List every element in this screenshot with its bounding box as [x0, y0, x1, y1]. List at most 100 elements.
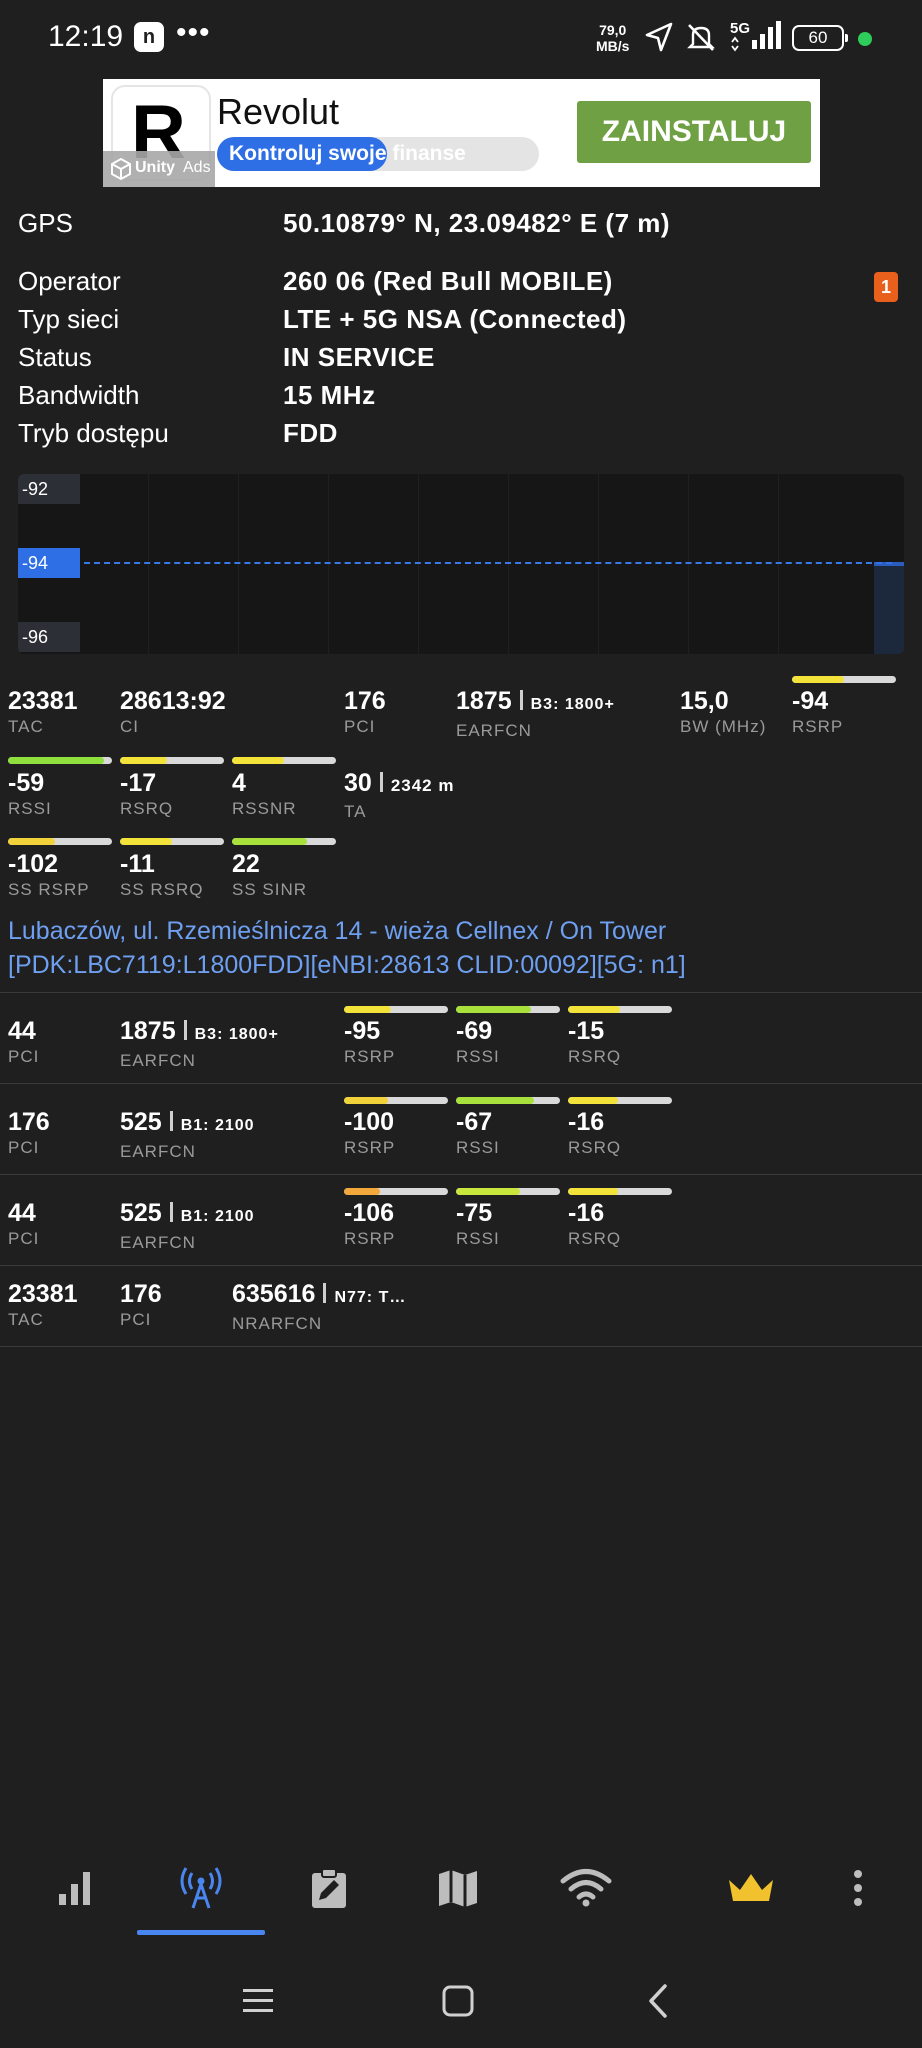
rsrq-value: -17: [120, 769, 157, 797]
neighbor-rssi-fill: [456, 1097, 534, 1104]
neighbor-rssi-value: -67: [456, 1108, 493, 1136]
clipboard-edit-icon: [312, 1868, 346, 1908]
bw-label: BW (MHz): [680, 717, 767, 736]
home-icon: [442, 1985, 474, 2017]
neighbor-earfcn-label: EARFCN: [120, 1051, 196, 1070]
nr-tac-value: 23381: [8, 1280, 78, 1308]
rsrq-level-bar: [120, 757, 224, 764]
status-label: Status: [18, 342, 92, 372]
status-bar: 12:19 n ••• 79,0 MB/s 5G 60: [0, 0, 922, 76]
back-icon: [649, 1984, 667, 2018]
nav-cell-tower[interactable]: [173, 1860, 229, 1916]
earfcn-band: B3: 1800+: [530, 696, 615, 713]
neighbor-rsrq-value: -16: [568, 1199, 605, 1227]
graph-gridline: [418, 474, 419, 654]
nav-more[interactable]: [830, 1860, 886, 1916]
system-home-button[interactable]: [433, 1976, 483, 2026]
ss-rsrq-metric: -11 SS RSRQ: [120, 851, 204, 899]
ad-install-button[interactable]: ZAINSTALUJ: [577, 101, 811, 163]
location-arrow-icon: [645, 22, 673, 52]
neighbor-rsrq-bar: [568, 1006, 672, 1013]
nav-signal[interactable]: [47, 1860, 103, 1916]
neighbor-rsrq-label: RSRQ: [568, 1229, 622, 1248]
system-back-button[interactable]: [633, 1976, 683, 2026]
rsrq-level-fill: [120, 757, 167, 764]
ad-badge-brand: Unity: [135, 159, 175, 176]
site-location[interactable]: Lubaczów, ul. Rzemieślnicza 14 - wieża C…: [8, 914, 686, 982]
system-navigation: [0, 1950, 922, 2048]
rsrp-metric: -94 RSRP: [792, 688, 843, 736]
ad-tagline: Kontroluj swoje finanse: [229, 142, 466, 166]
rssi-level-fill: [8, 757, 104, 764]
earfcn-label: EARFCN: [456, 721, 532, 740]
rssi-level-bar: [8, 757, 112, 764]
neighbor-rsrq-label: RSRQ: [568, 1047, 622, 1066]
neighbor-pci-label: PCI: [8, 1229, 40, 1248]
network-speed: 79,0 MB/s: [596, 22, 629, 54]
neighbor-rsrq-label: RSRQ: [568, 1138, 622, 1157]
neighbor-band: B1: 2100: [180, 1117, 255, 1134]
neighbor-pci: 176 PCI: [8, 1109, 50, 1157]
rssi-metric: -59 RSSI: [8, 770, 52, 818]
neighbor-earfcn: 525 B1: 2100 EARFCN: [120, 1200, 255, 1252]
nr-pci-label: PCI: [120, 1310, 152, 1329]
privacy-indicator-dot: [858, 32, 872, 46]
neighbor-band: B3: 1800+: [194, 1026, 279, 1043]
system-menu-button[interactable]: [233, 1976, 283, 2026]
pci-metric: 176 PCI: [344, 688, 386, 736]
ss-rsrp-value: -102: [8, 850, 59, 878]
nr-arfcn-value: 635616: [232, 1280, 316, 1308]
map-icon: [439, 1870, 477, 1907]
neighbor-rsrp: -100 RSRP: [344, 1109, 395, 1157]
ad-title: Revolut: [217, 91, 340, 132]
neighbor-rssi-bar: [456, 1006, 560, 1013]
ss-rsrp-metric: -102 SS RSRP: [8, 851, 90, 899]
network-type-label-text: Typ sieci: [18, 304, 120, 334]
sim-slot-badge[interactable]: 1: [874, 272, 898, 302]
bw-value: 15,0: [680, 687, 729, 715]
ss-rsrq-level-fill: [120, 838, 172, 845]
graph-gridline: [238, 474, 239, 654]
divider: [0, 1346, 922, 1347]
crown-icon: [729, 1874, 773, 1901]
neighbor-earfcn-label: EARFCN: [120, 1233, 196, 1252]
ad-banner[interactable]: R Revolut Kontroluj swoje finanse Unity …: [103, 79, 820, 187]
ss-sinr-label: SS SINR: [232, 880, 308, 899]
neighbor-earfcn: 525 B1: 2100 EARFCN: [120, 1109, 255, 1161]
earfcn-metric: 1875 B3: 1800+ EARFCN: [456, 688, 615, 740]
ad-badge-suffix: Ads: [183, 159, 211, 176]
neighbor-rsrq-fill: [568, 1188, 618, 1195]
neighbor-rssi-fill: [456, 1006, 531, 1013]
bw-metric: 15,0 BW (MHz): [680, 688, 766, 736]
rssnr-level-fill: [232, 757, 284, 764]
menu-icon: [243, 1989, 273, 2012]
ta-label: TA: [344, 802, 367, 821]
nav-wifi[interactable]: [558, 1860, 614, 1916]
neighbor-rsrp-label: RSRP: [344, 1047, 396, 1066]
pci-label: PCI: [344, 717, 376, 736]
nav-map[interactable]: [430, 1860, 486, 1916]
rsrp-label: RSRP: [792, 717, 844, 736]
neighbor-earfcn-label: EARFCN: [120, 1142, 196, 1161]
neighbor-rsrp-fill: [344, 1097, 388, 1104]
status-time: 12:19: [48, 20, 124, 53]
rssnr-metric: 4 RSSNR: [232, 770, 297, 818]
nav-log[interactable]: [301, 1860, 357, 1916]
neighbor-rsrp-fill: [344, 1006, 391, 1013]
access-mode-value: FDD: [283, 418, 338, 448]
operator-value: 260 06 (Red Bull MOBILE): [283, 266, 613, 296]
pci-value: 176: [344, 687, 386, 715]
rssnr-value: 4: [232, 769, 246, 797]
signal-graph: -92 -94 -96: [18, 474, 904, 654]
neighbor-rssi-label: RSSI: [456, 1138, 500, 1157]
graph-gridline: [778, 474, 779, 654]
neighbor-pci: 44 PCI: [8, 1018, 39, 1066]
graph-gridline: [508, 474, 509, 654]
tac-metric: 23381 TAC: [8, 688, 78, 736]
neighbor-pci-value: 44: [8, 1017, 36, 1045]
network-type-value: LTE + 5G NSA (Connected): [283, 304, 627, 334]
nav-premium[interactable]: [723, 1860, 779, 1916]
neighbor-rssi-label: RSSI: [456, 1229, 500, 1248]
neighbor-rssi-label: RSSI: [456, 1047, 500, 1066]
divider: [0, 1083, 922, 1084]
